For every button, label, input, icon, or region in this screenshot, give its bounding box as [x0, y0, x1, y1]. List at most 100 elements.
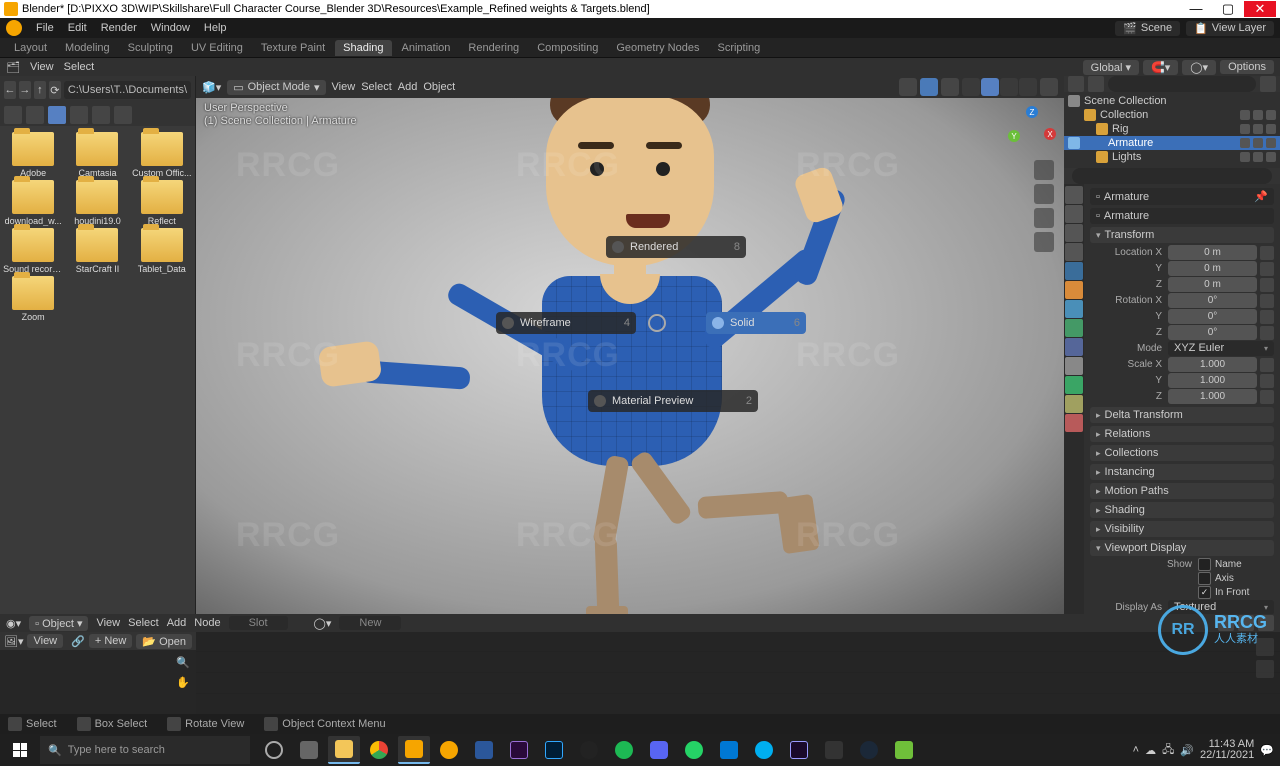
menu-edit[interactable]: Edit: [62, 20, 93, 36]
3d-viewport[interactable]: 🧊▾ ▭ Object Mode ▾ View Select Add Objec…: [196, 76, 1064, 614]
shading-options-icon[interactable]: [1040, 78, 1058, 96]
loc-y-field[interactable]: 0 m: [1168, 261, 1257, 276]
afterfx-icon[interactable]: [783, 736, 815, 764]
breadcrumb-data[interactable]: ▫Armature: [1090, 208, 1274, 224]
prop-tab-render[interactable]: [1065, 186, 1083, 204]
shader-overlay-icon[interactable]: [1238, 615, 1254, 631]
pie-wireframe[interactable]: Wireframe 4: [496, 312, 636, 334]
material-icon[interactable]: ◯▾: [314, 617, 332, 630]
shader-snap-icon[interactable]: [1258, 615, 1274, 631]
proportional-toggle[interactable]: ◯▾: [1182, 60, 1216, 75]
node-zoom-icon[interactable]: [1256, 638, 1274, 656]
axis-y-icon[interactable]: Y: [1008, 130, 1020, 142]
mode-selector[interactable]: ▭ Object Mode ▾: [227, 80, 325, 95]
sort-icon[interactable]: [70, 106, 88, 124]
camtasia-icon[interactable]: [888, 736, 920, 764]
vp-menu-object[interactable]: Object: [423, 81, 455, 93]
word-icon[interactable]: [468, 736, 500, 764]
discord-icon[interactable]: [643, 736, 675, 764]
display-as-dropdown[interactable]: Textured: [1168, 600, 1274, 615]
render-toggle[interactable]: [1266, 152, 1276, 162]
lock-icon[interactable]: [1260, 390, 1274, 404]
cortana-icon[interactable]: [258, 736, 290, 764]
outliner-search[interactable]: [1108, 76, 1256, 92]
display-list-icon[interactable]: [4, 106, 22, 124]
prop-tab-data[interactable]: [1065, 376, 1083, 394]
prop-tab-material[interactable]: [1065, 414, 1083, 432]
overlay-toggle-icon[interactable]: [920, 78, 938, 96]
tray-onedrive-icon[interactable]: ☁: [1145, 744, 1156, 757]
node-pan-icon[interactable]: [1256, 660, 1274, 678]
scale-x-field[interactable]: 1.000: [1168, 357, 1257, 372]
snap-toggle[interactable]: 🧲▾: [1143, 60, 1178, 75]
lock-icon[interactable]: [1260, 374, 1274, 388]
image-zoom-icon[interactable]: 🔍: [176, 656, 190, 669]
panel-relations[interactable]: Relations: [1090, 426, 1274, 442]
path-field[interactable]: C:\Users\T..\Documents\: [64, 81, 191, 99]
obs-icon[interactable]: [573, 736, 605, 764]
render-toggle[interactable]: [1266, 110, 1276, 120]
pie-rendered[interactable]: Rendered 8: [606, 236, 746, 258]
pie-solid[interactable]: Solid 6: [706, 312, 806, 334]
notification-icon[interactable]: 💬: [1260, 744, 1274, 757]
houdini-icon[interactable]: [433, 736, 465, 764]
taskbar-clock[interactable]: 11:43 AM 22/11/2021: [1200, 739, 1254, 761]
folder-item[interactable]: Custom Offic...: [131, 132, 193, 178]
visibility-toggle[interactable]: [1253, 110, 1263, 120]
panel-collections[interactable]: Collections: [1090, 445, 1274, 461]
rot-z-field[interactable]: 0°: [1168, 325, 1257, 340]
panel-motion-paths[interactable]: Motion Paths: [1090, 483, 1274, 499]
prop-tab-physics[interactable]: [1065, 338, 1083, 356]
folder-item[interactable]: StarCraft II: [66, 228, 128, 274]
shader-menu-view[interactable]: View: [96, 617, 120, 629]
gizmo-toggle-icon[interactable]: [899, 78, 917, 96]
tray-chevron-icon[interactable]: ˄: [1133, 744, 1139, 756]
image-editor-icon[interactable]: 🖼▾: [4, 635, 23, 648]
options-dropdown[interactable]: Options: [1220, 60, 1274, 74]
prop-tab-constraints[interactable]: [1065, 357, 1083, 375]
vp-menu-add[interactable]: Add: [398, 81, 418, 93]
editor-type-3d-icon[interactable]: 🧊▾: [202, 81, 221, 94]
display-thumb-icon[interactable]: [26, 106, 44, 124]
nav-up-button[interactable]: ↑: [34, 81, 46, 99]
blender-icon[interactable]: [398, 736, 430, 764]
exclude-toggle[interactable]: [1240, 138, 1250, 148]
tab-animation[interactable]: Animation: [394, 40, 459, 56]
panel-delta-transform[interactable]: Delta Transform: [1090, 407, 1274, 423]
loc-x-field[interactable]: 0 m: [1168, 245, 1257, 260]
minimize-button[interactable]: —: [1180, 1, 1212, 17]
folder-item[interactable]: Tablet_Data: [131, 228, 193, 274]
close-button[interactable]: ✕: [1244, 1, 1276, 17]
prop-tab-viewlayer[interactable]: [1065, 224, 1083, 242]
shader-menu-add[interactable]: Add: [167, 617, 187, 629]
tab-uv[interactable]: UV Editing: [183, 40, 251, 56]
panel-instancing[interactable]: Instancing: [1090, 464, 1274, 480]
prop-tab-modifiers[interactable]: [1065, 300, 1083, 318]
shading-matprev-icon[interactable]: [1000, 78, 1018, 96]
prop-tab-particles[interactable]: [1065, 319, 1083, 337]
whatsapp-icon[interactable]: [678, 736, 710, 764]
display-grid-icon[interactable]: [48, 106, 66, 124]
render-toggle[interactable]: [1266, 138, 1276, 148]
steam-icon[interactable]: [853, 736, 885, 764]
vp-menu-select[interactable]: Select: [361, 81, 392, 93]
shading-wireframe-icon[interactable]: [962, 78, 980, 96]
rot-y-field[interactable]: 0°: [1168, 309, 1257, 324]
visibility-toggle[interactable]: [1253, 124, 1263, 134]
exclude-toggle[interactable]: [1240, 124, 1250, 134]
image-link-icon[interactable]: 🔗: [71, 635, 85, 648]
exclude-toggle[interactable]: [1240, 110, 1250, 120]
nav-refresh-button[interactable]: ⟳: [49, 81, 61, 99]
premiere-icon[interactable]: [503, 736, 535, 764]
sec-select[interactable]: Select: [64, 61, 95, 73]
folder-item[interactable]: houdini19.0: [66, 180, 128, 226]
axis-x-icon[interactable]: X: [1044, 128, 1056, 140]
lock-icon[interactable]: [1260, 358, 1274, 372]
tab-texpaint[interactable]: Texture Paint: [253, 40, 333, 56]
editor-type-icon[interactable]: 🗂: [6, 61, 20, 74]
folder-item[interactable]: Camtasia: [66, 132, 128, 178]
loc-z-field[interactable]: 0 m: [1168, 277, 1257, 292]
nav-gizmo[interactable]: Z Y X: [1008, 106, 1056, 154]
shader-type-selector[interactable]: ▫ Object ▾: [29, 616, 88, 631]
pan-icon[interactable]: [1034, 184, 1054, 204]
